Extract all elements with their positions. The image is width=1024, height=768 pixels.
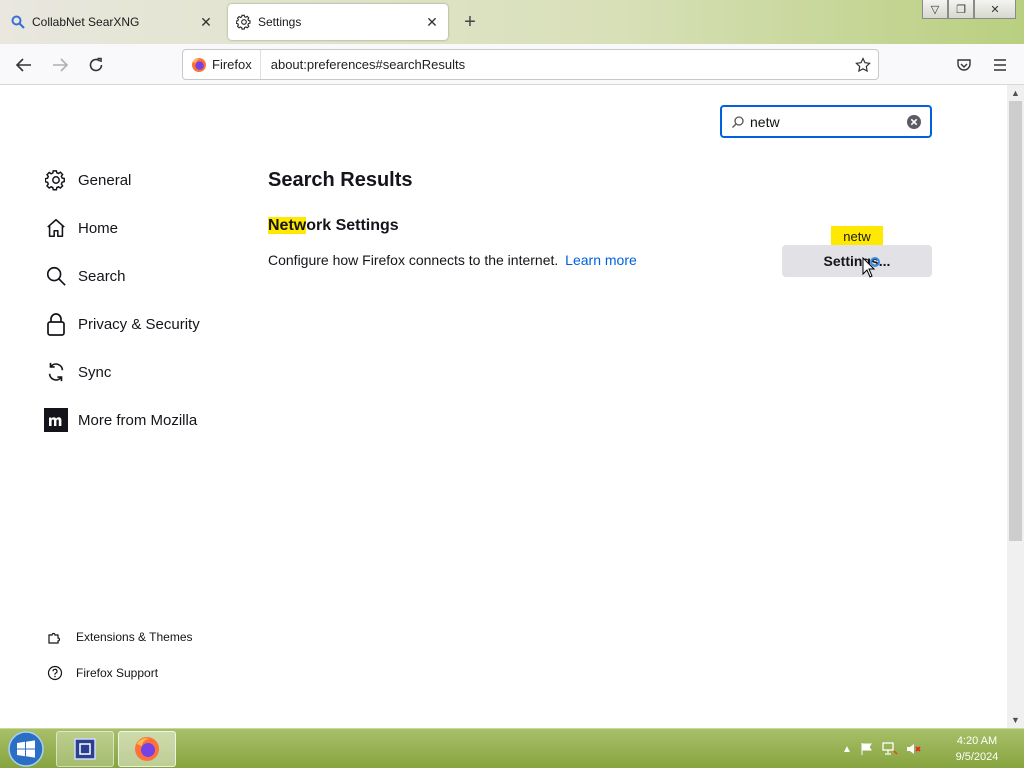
sidebar-item-label: General bbox=[78, 171, 132, 189]
sidebar-item-label: Search bbox=[78, 267, 126, 285]
sidebar-item-label: More from Mozilla bbox=[78, 411, 198, 429]
restore-button[interactable]: ❐ bbox=[948, 0, 974, 19]
os-taskbar: ▲ 4:20 AM 9/5/2024 bbox=[0, 728, 1024, 768]
system-tray: ▲ bbox=[842, 739, 922, 759]
tab-settings[interactable]: Settings ✕ bbox=[228, 4, 448, 40]
arrow-left-icon bbox=[15, 58, 31, 72]
tab-title: Settings bbox=[258, 15, 302, 29]
network-settings-title: Network Settings bbox=[268, 217, 399, 235]
taskbar-app-1[interactable] bbox=[56, 731, 114, 767]
chip-app-icon bbox=[74, 738, 96, 760]
sync-icon bbox=[44, 360, 68, 384]
gear-icon bbox=[236, 14, 252, 30]
show-hidden-icons-icon[interactable]: ▲ bbox=[842, 744, 852, 755]
close-tab-icon[interactable]: ✕ bbox=[194, 10, 218, 34]
extensions-themes-link[interactable]: Extensions & Themes bbox=[46, 627, 193, 647]
network-icon bbox=[882, 742, 898, 755]
network-settings-description: Configure how Firefox connects to the in… bbox=[268, 252, 637, 268]
identity-label: Firefox bbox=[212, 57, 252, 72]
back-button[interactable] bbox=[10, 52, 38, 78]
action-center-flag-icon bbox=[861, 743, 872, 755]
firefox-support-link[interactable]: Firefox Support bbox=[46, 663, 158, 683]
busy-cursor-icon bbox=[862, 257, 880, 278]
start-button[interactable] bbox=[6, 730, 46, 768]
navigation-toolbar: Firefox about:preferences#searchResults bbox=[0, 44, 1024, 85]
scroll-down-icon[interactable]: ▼ bbox=[1007, 712, 1024, 728]
hamburger-icon bbox=[994, 59, 1006, 71]
tab-title: CollabNet SearXNG bbox=[32, 15, 140, 29]
url-bar[interactable]: Firefox about:preferences#searchResults bbox=[182, 49, 879, 80]
lock-icon bbox=[44, 312, 68, 336]
minimize-button[interactable]: ▽ bbox=[922, 0, 948, 19]
sidebar-item-search[interactable]: Search bbox=[44, 261, 126, 291]
sidebar-item-label: Home bbox=[78, 219, 119, 237]
clear-search-icon[interactable] bbox=[906, 114, 922, 130]
clock-time: 4:20 AM bbox=[956, 735, 998, 747]
search-match-highlight: Netw bbox=[268, 217, 307, 234]
close-tab-icon[interactable]: ✕ bbox=[420, 10, 444, 34]
mozilla-icon bbox=[44, 408, 68, 432]
firefox-support-label: Firefox Support bbox=[76, 666, 159, 680]
sidebar-item-privacy[interactable]: Privacy & Security bbox=[44, 309, 200, 339]
network-settings-button[interactable]: Settings... bbox=[782, 245, 932, 277]
pocket-button[interactable] bbox=[950, 52, 978, 78]
help-icon bbox=[46, 664, 64, 682]
clock-date: 9/5/2024 bbox=[955, 751, 999, 763]
settings-search-box[interactable] bbox=[720, 105, 932, 138]
firefox-icon bbox=[135, 737, 159, 761]
window-close-button[interactable]: ✕ bbox=[974, 0, 1016, 19]
sidebar-item-label: Sync bbox=[78, 363, 112, 381]
menu-button[interactable] bbox=[986, 52, 1014, 78]
arrow-right-icon bbox=[53, 58, 69, 72]
page-title: Search Results bbox=[268, 169, 413, 191]
tab-collabnet-searxng[interactable]: CollabNet SearXNG ✕ bbox=[0, 4, 222, 40]
search-icon bbox=[44, 264, 68, 288]
sidebar-item-sync[interactable]: Sync bbox=[44, 357, 111, 387]
search-match-tooltip: netw bbox=[831, 226, 883, 251]
search-icon bbox=[10, 14, 26, 30]
firefox-icon bbox=[192, 57, 206, 72]
tab-strip: CollabNet SearXNG ✕ Settings ✕ + ▽ ❐ ✕ bbox=[0, 0, 1024, 44]
settings-search-input[interactable] bbox=[750, 113, 900, 130]
home-icon bbox=[44, 216, 68, 240]
scroll-thumb[interactable] bbox=[1009, 101, 1022, 541]
description-text: Configure how Firefox connects to the in… bbox=[268, 252, 559, 268]
section-title-rest: ork Settings bbox=[306, 217, 399, 234]
forward-button[interactable] bbox=[46, 52, 74, 78]
sidebar-item-more-from-mozilla[interactable]: More from Mozilla bbox=[44, 405, 197, 435]
identity-box[interactable]: Firefox bbox=[183, 50, 261, 79]
sidebar-item-general[interactable]: General bbox=[44, 165, 131, 195]
sidebar-item-label: Privacy & Security bbox=[78, 315, 200, 333]
volume-muted-icon bbox=[906, 744, 921, 754]
gear-icon bbox=[44, 168, 68, 192]
taskbar-firefox[interactable] bbox=[118, 731, 176, 767]
taskbar-clock[interactable]: 4:20 AM 9/5/2024 bbox=[944, 733, 1010, 765]
puzzle-icon bbox=[46, 628, 64, 646]
extensions-themes-label: Extensions & Themes bbox=[76, 630, 193, 644]
bookmark-star-icon[interactable] bbox=[848, 50, 878, 80]
search-icon bbox=[726, 115, 750, 129]
pocket-icon bbox=[957, 59, 971, 71]
reload-button[interactable] bbox=[82, 52, 110, 78]
sidebar-item-home[interactable]: Home bbox=[44, 213, 118, 243]
scroll-up-icon[interactable]: ▲ bbox=[1007, 85, 1024, 101]
settings-page: General Home Search Privacy & Security S… bbox=[0, 85, 1007, 728]
new-tab-button[interactable]: + bbox=[458, 10, 482, 34]
reload-icon bbox=[89, 57, 103, 72]
window-controls: ▽ ❐ ✕ bbox=[922, 0, 1016, 19]
learn-more-link[interactable]: Learn more bbox=[565, 252, 637, 268]
vertical-scrollbar[interactable]: ▲ ▼ bbox=[1007, 85, 1024, 728]
url-text[interactable]: about:preferences#searchResults bbox=[261, 57, 848, 72]
windows-logo-icon bbox=[8, 731, 44, 767]
